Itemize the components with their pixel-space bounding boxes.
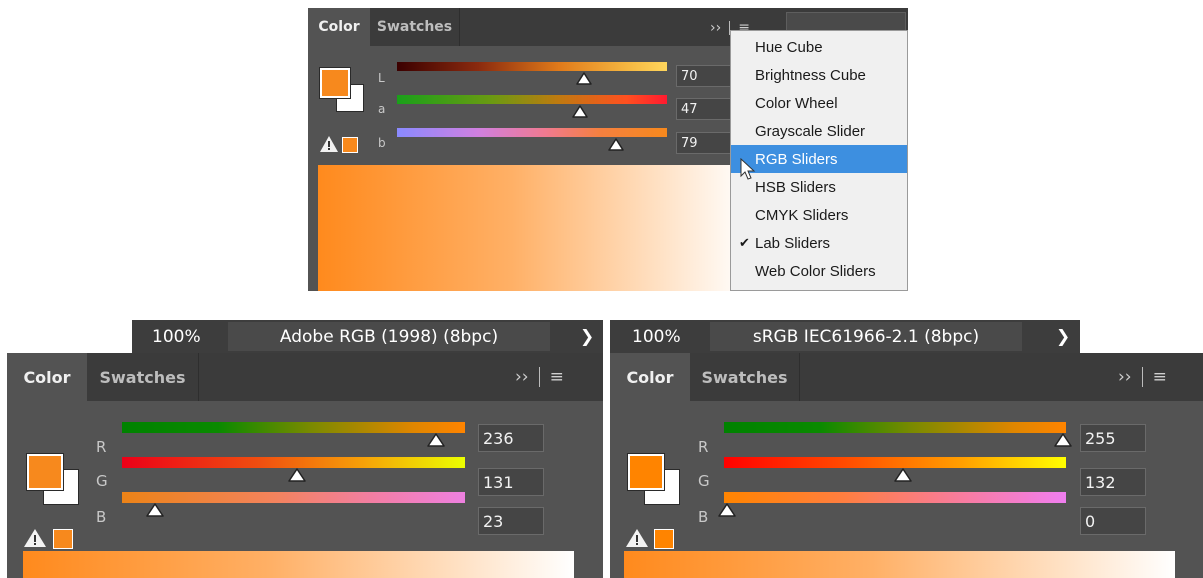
hamburger-menu-icon[interactable]: ≡ (550, 367, 564, 387)
slider-track-r[interactable] (724, 422, 1066, 433)
status-bar-right: 100% sRGB IEC61966-2.1 (8bpc) ❯ (610, 320, 1080, 353)
channel-label-b: B (698, 508, 709, 526)
channel-label-b: b (378, 136, 386, 150)
foreground-color-swatch[interactable] (628, 454, 664, 490)
foreground-color-swatch[interactable] (320, 68, 350, 98)
double-chevron-right-icon[interactable]: ›› (515, 367, 529, 387)
out-of-gamut-warning-icon[interactable] (626, 529, 648, 551)
foreground-color-swatch[interactable] (27, 454, 63, 490)
color-panel-rgb-right: Color Swatches ›› ≡ R G B 255 132 0 (610, 353, 1203, 578)
color-panel-rgb-left: Color Swatches ›› ≡ R G B 236 131 23 (7, 353, 603, 578)
slider-track-b[interactable] (397, 128, 667, 137)
color-ramp[interactable] (23, 551, 574, 578)
slider-track-r[interactable] (122, 422, 465, 433)
channel-label-b: B (96, 508, 107, 526)
panel-toolbar-icons: ›› ≡ (1118, 365, 1167, 389)
menu-item-web-color-sliders[interactable]: Web Color Sliders (731, 257, 907, 285)
out-of-gamut-warning-icon[interactable] (320, 136, 338, 156)
value-field-a[interactable]: 47 (676, 98, 736, 120)
document-profile[interactable]: Adobe RGB (1998) (8bpc) (228, 322, 550, 351)
tab-swatches[interactable]: Swatches (370, 8, 460, 46)
menu-item-brightness-cube[interactable]: Brightness Cube (731, 61, 907, 89)
gamut-correction-swatch[interactable] (53, 529, 73, 549)
value-field-b[interactable]: 79 (676, 132, 736, 154)
menu-item-grayscale-slider[interactable]: Grayscale Slider (731, 117, 907, 145)
slider-track-l[interactable] (397, 62, 667, 71)
gamut-correction-swatch[interactable] (342, 137, 358, 153)
menu-item-color-wheel[interactable]: Color Wheel (731, 89, 907, 117)
menu-item-rgb-sliders[interactable]: RGB Sliders (731, 145, 907, 173)
channel-label-l: L (378, 71, 385, 85)
slider-track-b[interactable] (724, 492, 1066, 503)
value-field-b[interactable]: 0 (1080, 507, 1146, 535)
out-of-gamut-warning-icon[interactable] (24, 529, 46, 551)
menu-item-lab-sliders[interactable]: ✔ Lab Sliders (731, 229, 907, 257)
slider-track-g[interactable] (724, 457, 1066, 468)
panel-tab-bar: Color Swatches ›› ≡ (610, 353, 1203, 401)
zoom-level[interactable]: 100% (632, 320, 681, 353)
channel-label-g: G (96, 472, 108, 490)
menu-item-hsb-sliders[interactable]: HSB Sliders (731, 173, 907, 201)
slider-track-a[interactable] (397, 95, 667, 104)
slider-track-g[interactable] (122, 457, 465, 468)
tab-color[interactable]: Color (7, 353, 87, 401)
toolbar-separator (1141, 367, 1143, 387)
tab-color[interactable]: Color (308, 8, 370, 46)
value-field-g[interactable]: 132 (1080, 468, 1146, 496)
value-field-b[interactable]: 23 (478, 507, 544, 535)
channel-label-r: R (96, 438, 107, 456)
document-profile[interactable]: sRGB IEC61966-2.1 (8bpc) (710, 322, 1022, 351)
gamut-correction-swatch[interactable] (654, 529, 674, 549)
slider-track-b[interactable] (122, 492, 465, 503)
color-ramp[interactable] (624, 551, 1175, 578)
hamburger-menu-icon[interactable]: ≡ (1153, 367, 1167, 387)
panel-toolbar-icons: ›› ≡ (515, 365, 564, 389)
double-chevron-right-icon[interactable]: ›› (1118, 367, 1132, 387)
panel-tab-bar: Color Swatches ›› ≡ (7, 353, 603, 401)
double-chevron-right-icon[interactable]: ›› (710, 20, 721, 36)
value-field-g[interactable]: 131 (478, 468, 544, 496)
toolbar-separator (538, 367, 540, 387)
chevron-right-icon[interactable]: ❯ (580, 320, 594, 353)
zoom-level[interactable]: 100% (152, 320, 201, 353)
color-panel-flyout-menu: Hue Cube Brightness Cube Color Wheel Gra… (730, 30, 908, 291)
menu-item-hue-cube[interactable]: Hue Cube (731, 33, 907, 61)
value-field-r[interactable]: 255 (1080, 424, 1146, 452)
value-field-l[interactable]: 70 (676, 65, 736, 87)
color-ramp[interactable] (318, 165, 748, 291)
checkmark-icon: ✔ (739, 235, 750, 250)
chevron-right-icon[interactable]: ❯ (1056, 320, 1070, 353)
mouse-pointer-icon (740, 157, 756, 186)
tab-color[interactable]: Color (610, 353, 690, 401)
value-field-r[interactable]: 236 (478, 424, 544, 452)
channel-label-a: a (378, 102, 386, 116)
menu-item-cmyk-sliders[interactable]: CMYK Sliders (731, 201, 907, 229)
tab-swatches[interactable]: Swatches (87, 353, 199, 401)
channel-label-g: G (698, 472, 710, 490)
tab-swatches[interactable]: Swatches (690, 353, 800, 401)
status-bar-left: 100% Adobe RGB (1998) (8bpc) ❯ (132, 320, 603, 353)
channel-label-r: R (698, 438, 709, 456)
